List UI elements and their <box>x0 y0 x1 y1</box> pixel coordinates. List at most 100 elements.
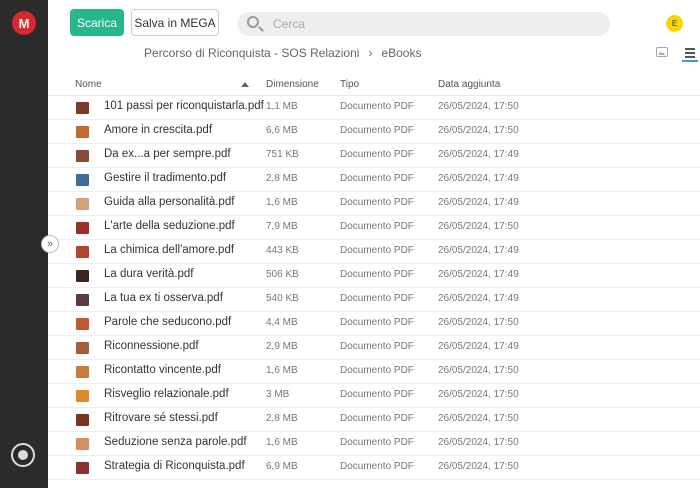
mega-file-browser: M » Scarica Salva in MEGA E Percorso di … <box>0 0 700 488</box>
file-name: Risveglio relazionale.pdf <box>104 388 229 400</box>
file-date: 26/05/2024, 17:50 <box>438 317 519 328</box>
file-date: 26/05/2024, 17:49 <box>438 149 519 160</box>
pdf-thumbnail-icon <box>76 366 89 378</box>
column-header-name[interactable]: Nome <box>75 79 102 90</box>
file-name: La tua ex ti osserva.pdf <box>104 292 223 304</box>
thumbnail-view-icon[interactable] <box>656 47 668 57</box>
pdf-thumbnail-icon <box>76 294 89 306</box>
table-row[interactable]: Strategia di Riconquista.pdf 6,9 MB Docume… <box>48 456 700 480</box>
mega-logo[interactable]: M <box>12 11 36 35</box>
pdf-thumbnail-icon <box>76 222 89 234</box>
pdf-thumbnail-icon <box>76 198 89 210</box>
file-type: Documento PDF <box>340 461 414 472</box>
file-name: La chimica dell'amore.pdf <box>104 244 235 256</box>
table-header: Nome Dimensione Tipo Data aggiunta <box>48 74 700 96</box>
table-row[interactable]: La dura verità.pdf 506 KB Documento PDF 26/… <box>48 264 700 288</box>
table-row[interactable]: L'arte della seduzione.pdf 7,9 MB Document… <box>48 216 700 240</box>
file-size: 1,1 MB <box>266 101 298 112</box>
table-row[interactable]: Parole che seducono.pdf 4,4 MB Documento P… <box>48 312 700 336</box>
file-type: Documento PDF <box>340 245 414 256</box>
file-size: 751 KB <box>266 149 299 160</box>
pdf-thumbnail-icon <box>76 390 89 402</box>
file-size: 443 KB <box>266 245 299 256</box>
file-size: 540 KB <box>266 293 299 304</box>
pdf-thumbnail-icon <box>76 174 89 186</box>
table-row[interactable]: Risveglio relazionale.pdf 3 MB Documento P… <box>48 384 700 408</box>
chevron-right-icon: › <box>368 46 373 60</box>
pdf-thumbnail-icon <box>76 270 89 282</box>
file-type: Documento PDF <box>340 173 414 184</box>
pdf-thumbnail-icon <box>76 318 89 330</box>
file-name: L'arte della seduzione.pdf <box>104 220 235 232</box>
search-input[interactable] <box>273 15 593 33</box>
table-row[interactable]: La chimica dell'amore.pdf 443 KB Documento… <box>48 240 700 264</box>
download-button[interactable]: Scarica <box>70 9 124 36</box>
file-type: Documento PDF <box>340 125 414 136</box>
file-name: Ritrovare sé stessi.pdf <box>104 412 218 424</box>
file-name: Amore in crescita.pdf <box>104 124 213 136</box>
avatar[interactable]: E <box>666 15 683 32</box>
file-size: 6,6 MB <box>266 125 298 136</box>
file-size: 2,9 MB <box>266 341 298 352</box>
file-name: Seduzione senza parole.pdf <box>104 436 247 448</box>
save-to-mega-button[interactable]: Salva in MEGA <box>131 9 219 36</box>
pdf-thumbnail-icon <box>76 414 89 426</box>
pdf-thumbnail-icon <box>76 246 89 258</box>
file-date: 26/05/2024, 17:50 <box>438 365 519 376</box>
file-name: Strategia di Riconquista.pdf <box>104 460 245 472</box>
sort-ascending-icon[interactable] <box>241 82 249 87</box>
file-date: 26/05/2024, 17:49 <box>438 341 519 352</box>
file-type: Documento PDF <box>340 293 414 304</box>
file-date: 26/05/2024, 17:50 <box>438 413 519 424</box>
file-size: 2,8 MB <box>266 173 298 184</box>
file-type: Documento PDF <box>340 101 414 112</box>
table-row[interactable]: Guida alla personalità.pdf 1,6 MB Document… <box>48 192 700 216</box>
file-date: 26/05/2024, 17:49 <box>438 173 519 184</box>
file-date: 26/05/2024, 17:49 <box>438 197 519 208</box>
list-view-icon[interactable] <box>682 44 698 62</box>
table-row[interactable]: Gestire il tradimento.pdf 2,8 MB Documento… <box>48 168 700 192</box>
file-name: Parole che seducono.pdf <box>104 316 232 328</box>
table-row[interactable]: Ritrovare sé stessi.pdf 2,8 MB Documento P… <box>48 408 700 432</box>
file-date: 26/05/2024, 17:50 <box>438 221 519 232</box>
table-row[interactable]: Riconnessione.pdf 2,9 MB Documento PDF 26/0… <box>48 336 700 360</box>
table-row[interactable]: Da ex...a per sempre.pdf 751 KB Documento … <box>48 144 700 168</box>
column-header-size[interactable]: Dimensione <box>266 79 319 90</box>
pdf-thumbnail-icon <box>76 462 89 474</box>
pdf-thumbnail-icon <box>76 150 89 162</box>
file-date: 26/05/2024, 17:50 <box>438 125 519 136</box>
file-size: 1,6 MB <box>266 365 298 376</box>
search-icon <box>247 16 259 28</box>
file-type: Documento PDF <box>340 413 414 424</box>
file-size: 1,6 MB <box>266 437 298 448</box>
file-date: 26/05/2024, 17:49 <box>438 269 519 280</box>
transfer-status-icon[interactable] <box>11 443 35 467</box>
column-header-type[interactable]: Tipo <box>340 79 359 90</box>
table-row[interactable]: 101 passi per riconquistarla.pdf 1,1 MB Do… <box>48 96 700 120</box>
file-list: 101 passi per riconquistarla.pdf 1,1 MB Do… <box>48 96 700 480</box>
pdf-thumbnail-icon <box>76 126 89 138</box>
file-size: 6,9 MB <box>266 461 298 472</box>
file-type: Documento PDF <box>340 341 414 352</box>
column-header-date[interactable]: Data aggiunta <box>438 79 500 90</box>
file-size: 2,8 MB <box>266 413 298 424</box>
file-name: La dura verità.pdf <box>104 268 194 280</box>
file-name: Da ex...a per sempre.pdf <box>104 148 231 160</box>
file-size: 7,9 MB <box>266 221 298 232</box>
pdf-thumbnail-icon <box>76 102 89 114</box>
table-row[interactable]: Seduzione senza parole.pdf 1,6 MB Document… <box>48 432 700 456</box>
file-type: Documento PDF <box>340 269 414 280</box>
breadcrumb-folder[interactable]: Percorso di Riconquista - SOS Relazioni <box>144 46 359 60</box>
expand-sidebar-button[interactable]: » <box>41 235 59 253</box>
file-size: 3 MB <box>266 389 290 400</box>
pdf-thumbnail-icon <box>76 342 89 354</box>
breadcrumb-current[interactable]: eBooks <box>381 46 421 60</box>
file-type: Documento PDF <box>340 389 414 400</box>
search-bar <box>237 12 610 36</box>
table-row[interactable]: Ricontatto vincente.pdf 1,6 MB Documento P… <box>48 360 700 384</box>
file-type: Documento PDF <box>340 317 414 328</box>
table-row[interactable]: La tua ex ti osserva.pdf 540 KB Documento … <box>48 288 700 312</box>
table-row[interactable]: Amore in crescita.pdf 6,6 MB Documento PDF… <box>48 120 700 144</box>
file-date: 26/05/2024, 17:50 <box>438 461 519 472</box>
file-size: 506 KB <box>266 269 299 280</box>
